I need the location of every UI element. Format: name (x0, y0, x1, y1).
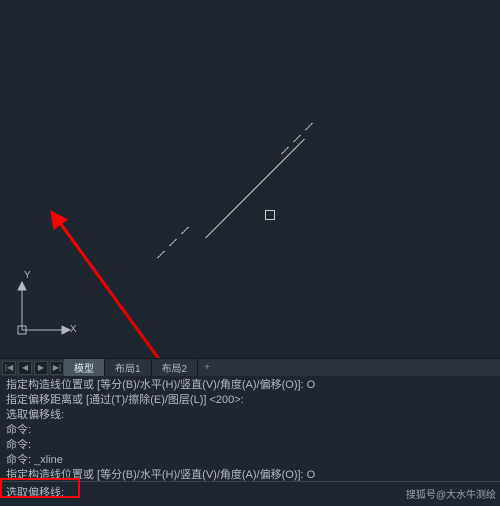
tab-add-button[interactable]: + (198, 362, 216, 373)
history-line: 指定偏移距离或 [通过(T)/擦除(E)/图层(L)] <200>: (6, 393, 494, 408)
ucs-x-label: X (70, 324, 77, 335)
history-line: 命令: (6, 438, 494, 453)
nav-first-button[interactable]: |◀ (2, 361, 16, 375)
layout-tab-bar: |◀ ◀ ▶ ▶| 模型 布局1 布局2 + (0, 358, 500, 376)
tab-layout1[interactable]: 布局1 (105, 359, 152, 377)
construction-line-dash (169, 239, 177, 247)
tab-model[interactable]: 模型 (64, 359, 105, 377)
drawing-canvas[interactable]: Y X (0, 0, 500, 358)
history-line: 指定构造线位置或 [等分(B)/水平(H)/竖直(V)/角度(A)/偏移(O)]… (6, 468, 494, 481)
history-line: 命令: (6, 423, 494, 438)
command-prompt: 选取偏移线: (6, 484, 64, 500)
construction-line-dash (181, 227, 189, 235)
history-line: 指定构造线位置或 [等分(B)/水平(H)/竖直(V)/角度(A)/偏移(O)]… (6, 378, 494, 393)
construction-line-dash (305, 123, 313, 131)
watermark-bottom: 搜狐号@大水牛测绘 (406, 486, 496, 501)
history-line: 选取偏移线: (6, 408, 494, 423)
ucs-y-label: Y (24, 270, 31, 281)
tab-layout2[interactable]: 布局2 (152, 359, 199, 377)
nav-last-button[interactable]: ▶| (50, 361, 64, 375)
construction-line-dash (157, 251, 165, 259)
pick-cursor (265, 210, 275, 220)
nav-next-button[interactable]: ▶ (34, 361, 48, 375)
history-line: 命令: _xline (6, 453, 494, 468)
ucs-icon: Y X (14, 278, 74, 338)
nav-prev-button[interactable]: ◀ (18, 361, 32, 375)
command-history: 指定构造线位置或 [等分(B)/水平(H)/竖直(V)/角度(A)/偏移(O)]… (0, 376, 500, 481)
construction-line-solid (205, 139, 305, 239)
tab-nav-group: |◀ ◀ ▶ ▶| (0, 361, 64, 375)
